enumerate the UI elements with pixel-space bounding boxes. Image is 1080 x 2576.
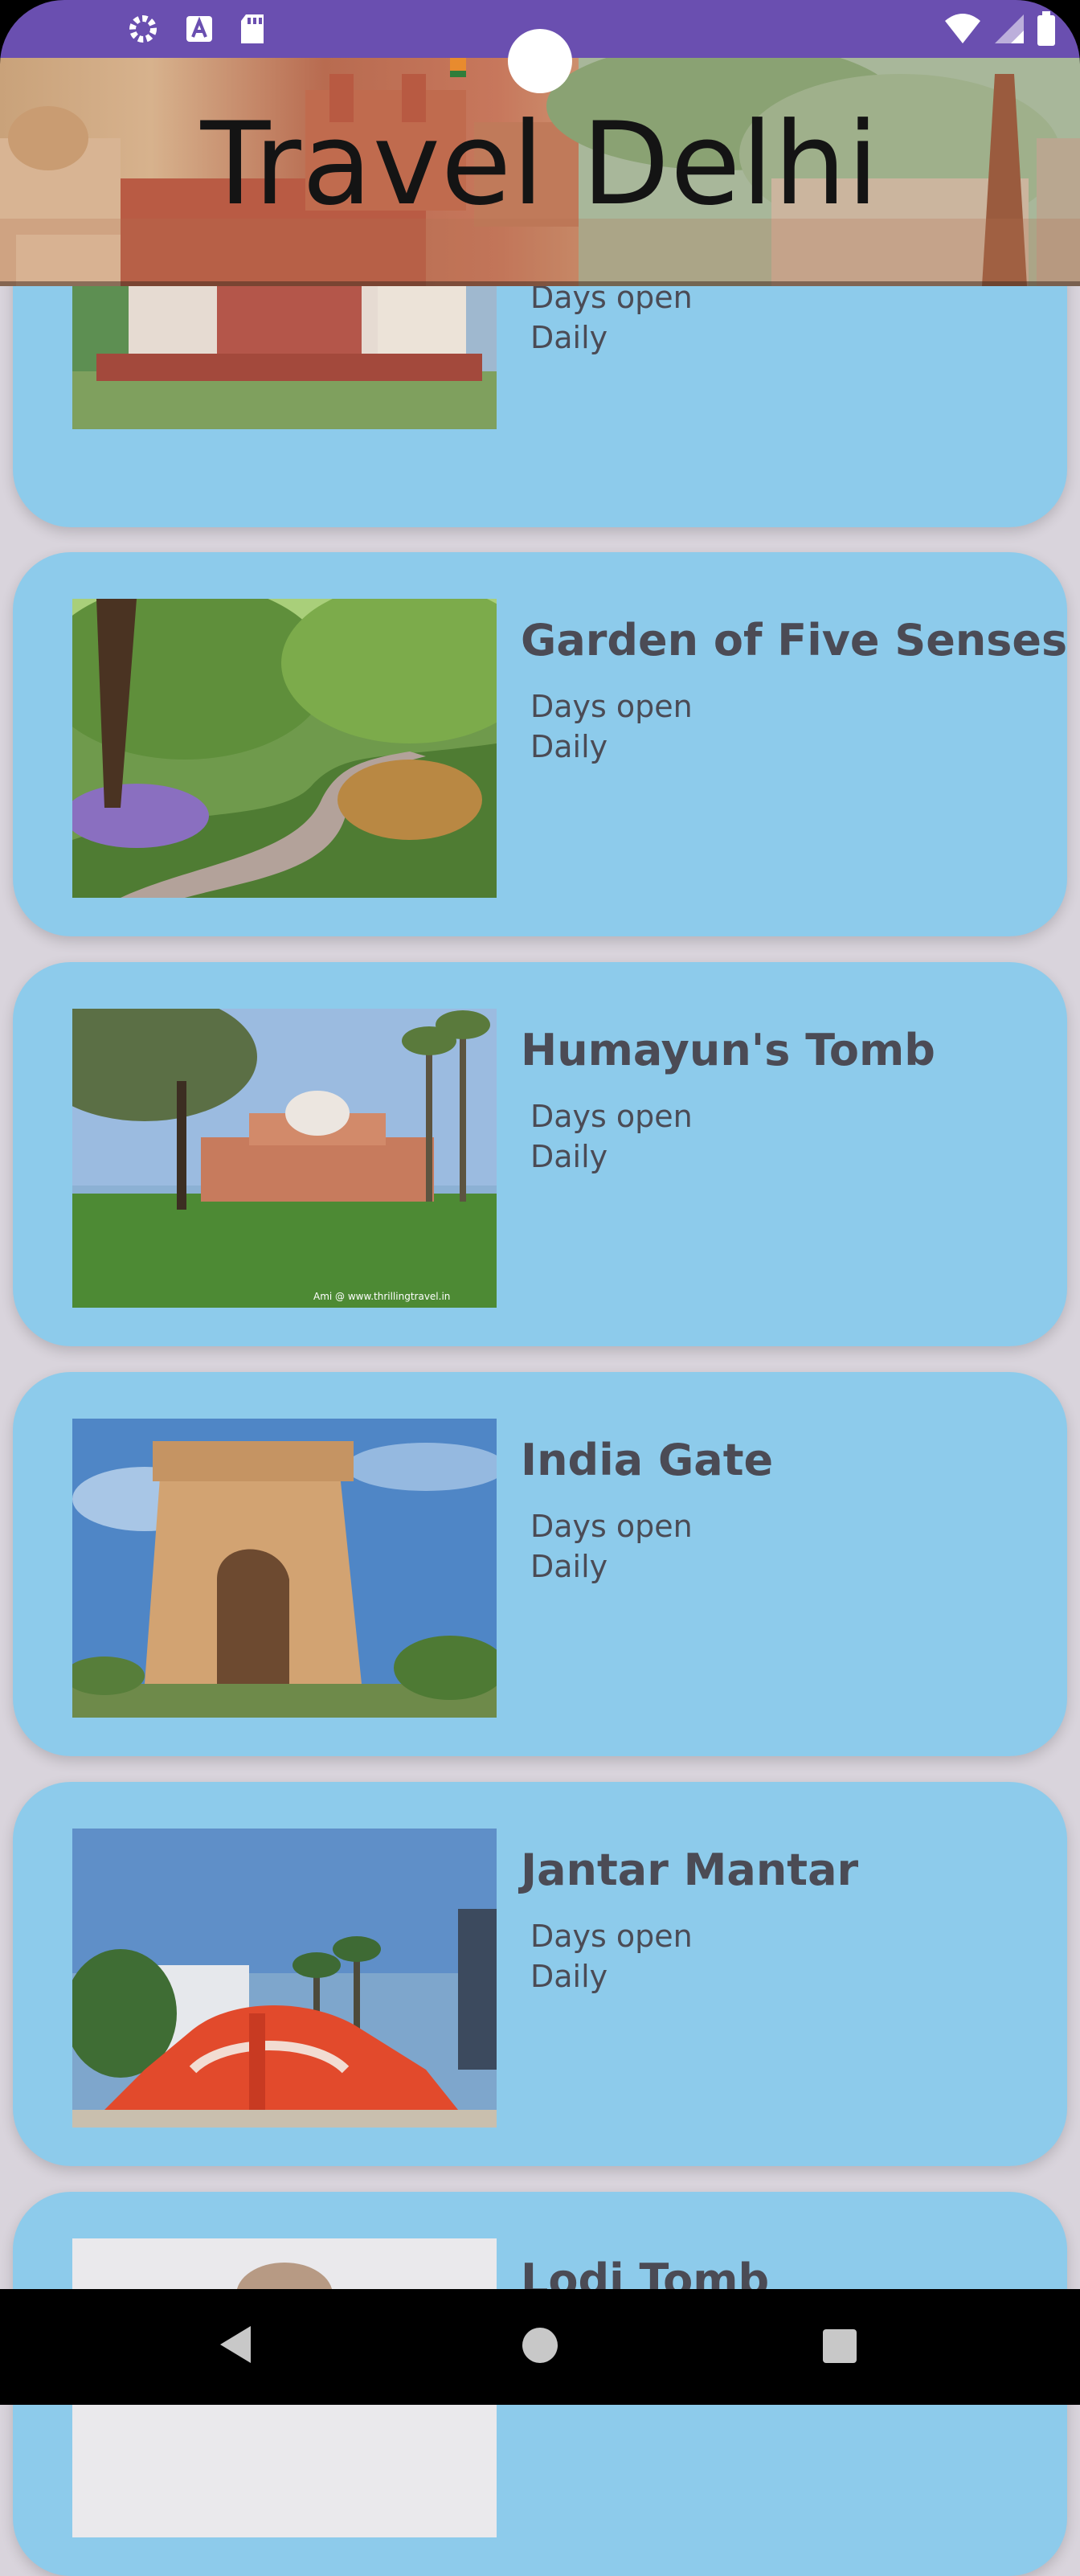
camera-cutout — [508, 29, 572, 93]
days-open-value: Daily — [530, 1139, 608, 1174]
days-open-label: Days open — [530, 1509, 693, 1544]
app-title: Travel Delhi — [200, 98, 880, 231]
place-card[interactable]: Ami @ www.thrillingtravel.in Humayun's T… — [13, 962, 1067, 1346]
place-thumbnail: Ami @ www.thrillingtravel.in — [72, 1009, 497, 1308]
battery-icon — [1037, 11, 1056, 51]
navigation-bar — [0, 2289, 1080, 2405]
thumb-watermark: Ami @ www.thrillingtravel.in — [313, 1291, 450, 1302]
home-icon[interactable] — [522, 2328, 558, 2363]
gear-icon — [125, 11, 161, 51]
place-thumbnail — [72, 1419, 497, 1718]
place-name: Jantar Mantar — [521, 1845, 859, 1895]
place-name: Humayun's Tomb — [521, 1025, 935, 1075]
place-thumbnail — [72, 599, 497, 898]
days-open-value: Daily — [530, 1549, 608, 1584]
recents-icon[interactable] — [823, 2329, 857, 2363]
sd-card-icon — [238, 13, 267, 49]
place-name: India Gate — [521, 1435, 774, 1485]
days-open-value: Daily — [530, 729, 608, 764]
wifi-icon — [943, 13, 982, 49]
text-a-icon — [183, 13, 215, 49]
place-card[interactable]: Garden of Five Senses Days open Daily — [13, 552, 1067, 936]
header-shadow — [0, 281, 1080, 286]
back-icon[interactable] — [217, 2324, 254, 2369]
place-card[interactable]: India Gate Days open Daily — [13, 1372, 1067, 1756]
days-open-label: Days open — [530, 689, 693, 724]
days-open-value: Daily — [530, 1959, 608, 1994]
status-right-icons — [943, 11, 1056, 51]
place-name: Garden of Five Senses — [521, 615, 1068, 666]
place-card[interactable]: Jantar Mantar Days open Daily — [13, 1782, 1067, 2166]
status-left-icons — [125, 11, 267, 51]
signal-icon — [993, 13, 1025, 49]
place-thumbnail — [72, 1829, 497, 2128]
days-open-label: Days open — [530, 1919, 693, 1954]
days-open-value: Daily — [530, 320, 608, 355]
days-open-label: Days open — [530, 1099, 693, 1134]
